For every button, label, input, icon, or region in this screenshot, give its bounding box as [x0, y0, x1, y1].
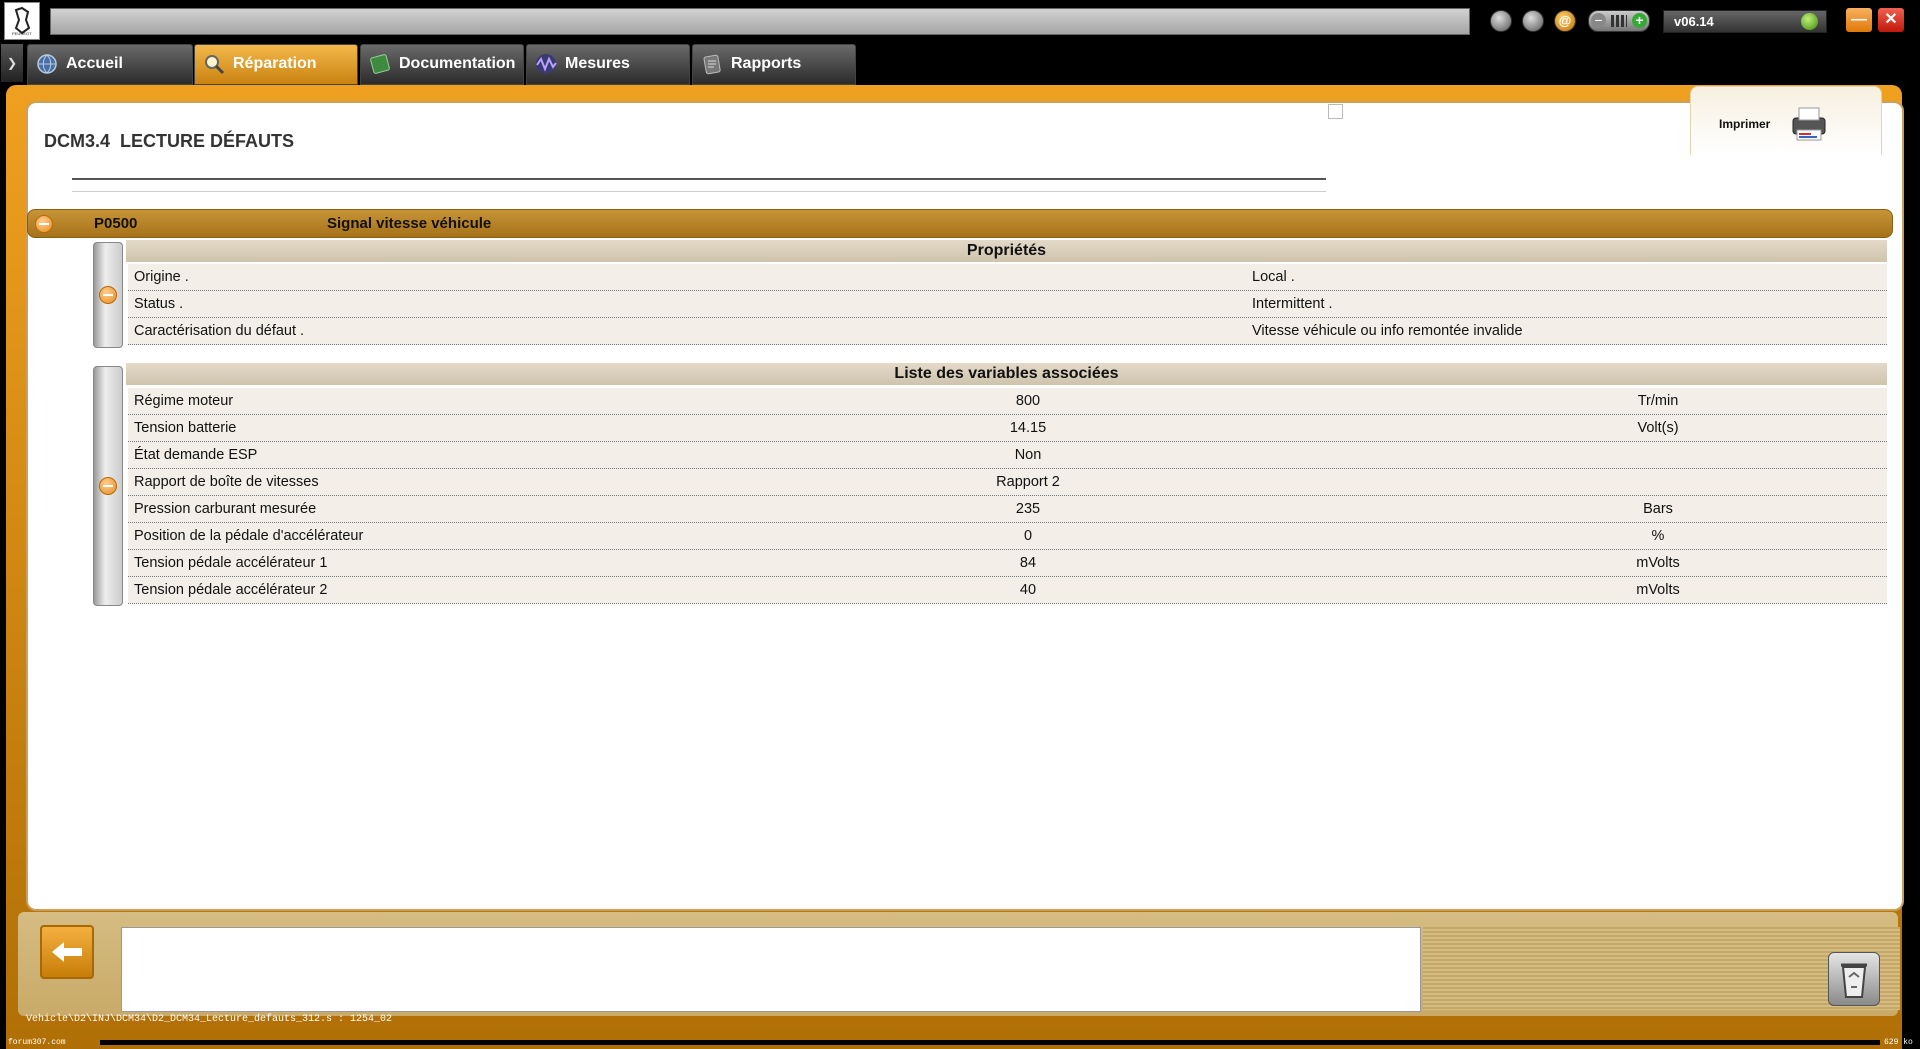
arrow-left-icon	[52, 942, 82, 962]
peugeot-logo: PEUGEOT	[4, 2, 40, 40]
watermark-text: forum307.com	[8, 1038, 66, 1047]
svg-text:PEUGEOT: PEUGEOT	[12, 31, 32, 36]
fault-header[interactable]: P0500 Signal vitesse véhicule	[27, 209, 1893, 238]
progress-bar	[100, 1040, 1880, 1045]
variable-value: 0	[1023, 528, 1033, 544]
property-value: Local .	[1252, 269, 1295, 285]
fault-description: Signal vitesse véhicule	[327, 215, 492, 232]
magnifier-icon	[205, 55, 225, 75]
collapse-icon[interactable]	[99, 286, 117, 304]
email-icon[interactable]: @	[1554, 10, 1576, 32]
property-value: Vitesse véhicule ou info remontée invali…	[1252, 323, 1523, 339]
collapse-icon[interactable]	[99, 477, 117, 495]
variable-unit: mVolts	[1636, 555, 1680, 571]
menu-chevron-icon[interactable]: ❯	[1, 44, 23, 82]
volume-control[interactable]: − +	[1588, 10, 1650, 32]
property-value: Intermittent .	[1252, 296, 1333, 312]
volume-up-icon[interactable]: +	[1632, 13, 1647, 28]
variable-name: Régime moteur	[134, 393, 234, 409]
print-button[interactable]: Imprimer	[1690, 86, 1882, 155]
variable-unit: Bars	[1643, 501, 1673, 517]
collapse-icon[interactable]	[35, 215, 53, 233]
variable-name: Position de la pédale d'accélérateur	[134, 528, 364, 544]
tab-label: Rapports	[731, 55, 802, 72]
tab-label: Réparation	[233, 55, 317, 72]
tab-reparation[interactable]: Réparation	[194, 44, 358, 85]
property-row: Caractérisation du défaut . Vitesse véhi…	[128, 318, 1887, 345]
status-path: Vehicle\D2\INJ\DCM34\D2_DCM34_Lecture_de…	[26, 1014, 393, 1025]
minimize-button[interactable]: —	[1846, 8, 1872, 32]
bottom-toolbar	[18, 912, 1900, 1016]
tab-label: Documentation	[399, 55, 516, 72]
printer-icon	[1792, 107, 1826, 141]
variable-name: Tension batterie	[134, 420, 237, 436]
home-globe-icon	[37, 54, 57, 74]
variable-value: 84	[1019, 555, 1037, 571]
page-title: DCM3.4 LECTURE DÉFAUTS	[44, 131, 295, 151]
fault-code: P0500	[94, 215, 138, 232]
tab-accueil[interactable]: Accueil	[27, 44, 193, 85]
tab-documentation[interactable]: Documentation	[360, 44, 524, 85]
variable-value: 40	[1019, 582, 1037, 598]
print-label: Imprimer	[1719, 117, 1771, 131]
recycle-bin-icon	[1841, 963, 1867, 998]
property-row: Status . Intermittent .	[128, 291, 1887, 318]
property-row: Origine . Local .	[128, 264, 1887, 291]
variable-value: Non	[1014, 447, 1042, 463]
variable-unit: %	[1651, 528, 1665, 544]
variable-row: Tension batterie 14.15 Volt(s)	[128, 415, 1887, 442]
variable-name: État demande ESP	[134, 447, 258, 463]
tab-label: Accueil	[66, 55, 123, 72]
variable-value: 235	[1015, 501, 1041, 517]
back-button[interactable]	[40, 925, 94, 979]
variable-unit: Tr/min	[1637, 393, 1679, 409]
user-icon[interactable]	[1522, 10, 1544, 32]
variable-value: 800	[1015, 393, 1041, 409]
variable-value: Rapport 2	[996, 474, 1060, 490]
property-name: Origine .	[134, 269, 189, 285]
expand-checkbox[interactable]	[1328, 104, 1343, 119]
variable-row: Pression carburant mesurée 235 Bars	[128, 496, 1887, 523]
variable-row: État demande ESP Non	[128, 442, 1887, 469]
waveform-icon	[536, 54, 557, 74]
tab-mesures[interactable]: Mesures	[526, 44, 690, 85]
variable-name: Pression carburant mesurée	[134, 501, 317, 517]
variable-unit: mVolts	[1636, 582, 1680, 598]
variable-unit: Volt(s)	[1637, 420, 1679, 436]
volume-level-bars	[1611, 15, 1627, 27]
variable-row: Position de la pédale d'accélérateur 0 %	[128, 523, 1887, 550]
volume-down-icon[interactable]: −	[1591, 13, 1606, 28]
close-button[interactable]: ✕	[1878, 8, 1904, 32]
title-divider	[72, 178, 1326, 180]
trash-button[interactable]	[1828, 952, 1880, 1006]
variable-row: Régime moteur 800 Tr/min	[128, 388, 1887, 415]
section-handle[interactable]	[93, 366, 123, 606]
tab-label: Mesures	[565, 55, 630, 72]
address-field[interactable]	[50, 8, 1470, 35]
property-name: Status .	[134, 296, 184, 312]
variable-row: Rapport de boîte de vitesses Rapport 2	[128, 469, 1887, 496]
variable-name: Tension pédale accélérateur 2	[134, 582, 328, 598]
file-size: 629 ko	[1884, 1038, 1913, 1047]
title-bar: PEUGEOT @ − + v06.14 — ✕	[0, 0, 1920, 42]
version-label: v06.14	[1674, 14, 1714, 29]
version-display: v06.14	[1663, 10, 1827, 33]
download-icon[interactable]	[1490, 10, 1512, 32]
variables-header: Liste des variables associées	[126, 363, 1887, 385]
variable-name: Tension pédale accélérateur 1	[134, 555, 328, 571]
tab-rapports[interactable]: Rapports	[692, 44, 856, 85]
title-divider	[72, 191, 1326, 192]
tab-bar: ❯ Accueil Réparation Documentation Mesur…	[0, 42, 1920, 85]
status-led-icon	[1801, 13, 1818, 30]
variable-name: Rapport de boîte de vitesses	[134, 474, 319, 490]
properties-header: Propriétés	[126, 240, 1887, 262]
variable-value: 14.15	[1009, 420, 1047, 436]
message-box	[121, 927, 1421, 1012]
variable-row: Tension pédale accélérateur 2 40 mVolts	[128, 577, 1887, 604]
book-icon	[370, 54, 390, 74]
report-icon	[703, 54, 721, 75]
property-name: Caractérisation du défaut .	[134, 323, 305, 339]
variable-row: Tension pédale accélérateur 1 84 mVolts	[128, 550, 1887, 577]
section-handle[interactable]	[93, 242, 123, 348]
